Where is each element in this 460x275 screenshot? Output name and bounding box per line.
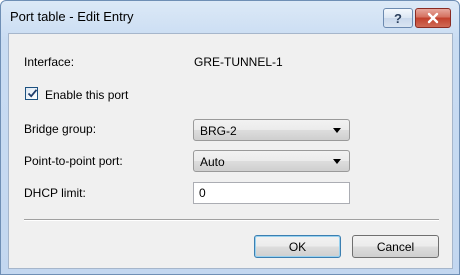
checkmark-icon <box>27 89 38 98</box>
title-bar[interactable]: Port table - Edit Entry ? <box>1 1 459 33</box>
window-title: Port table - Edit Entry <box>10 9 134 24</box>
interface-value: GRE-TUNNEL-1 <box>194 55 283 69</box>
chevron-down-icon <box>333 159 341 164</box>
dialog-window: Port table - Edit Entry ? Interface: GRE… <box>0 0 460 275</box>
bridge-group-label: Bridge group: <box>24 122 97 136</box>
bridge-group-select[interactable]: BRG-2 <box>193 119 350 141</box>
dialog-body: Interface: GRE-TUNNEL-1 Enable this port… <box>8 33 453 269</box>
dhcp-limit-input[interactable] <box>194 183 349 203</box>
cancel-button[interactable]: Cancel <box>352 235 439 258</box>
close-button[interactable] <box>415 8 451 28</box>
bridge-group-value: BRG-2 <box>200 124 237 138</box>
chevron-down-icon <box>333 128 341 133</box>
enable-port-label[interactable]: Enable this port <box>45 88 128 102</box>
separator <box>24 219 439 221</box>
close-x-icon <box>427 12 439 24</box>
ok-button[interactable]: OK <box>254 235 341 258</box>
enable-port-checkbox[interactable] <box>25 87 38 100</box>
p2p-port-value: Auto <box>200 155 225 169</box>
dhcp-limit-label: DHCP limit: <box>24 186 86 200</box>
interface-label: Interface: <box>24 55 75 69</box>
question-mark-icon: ? <box>394 10 402 26</box>
p2p-port-label: Point-to-point port: <box>24 154 123 168</box>
dhcp-limit-field[interactable] <box>193 182 350 204</box>
help-button[interactable]: ? <box>383 8 413 28</box>
p2p-port-select[interactable]: Auto <box>193 150 350 172</box>
